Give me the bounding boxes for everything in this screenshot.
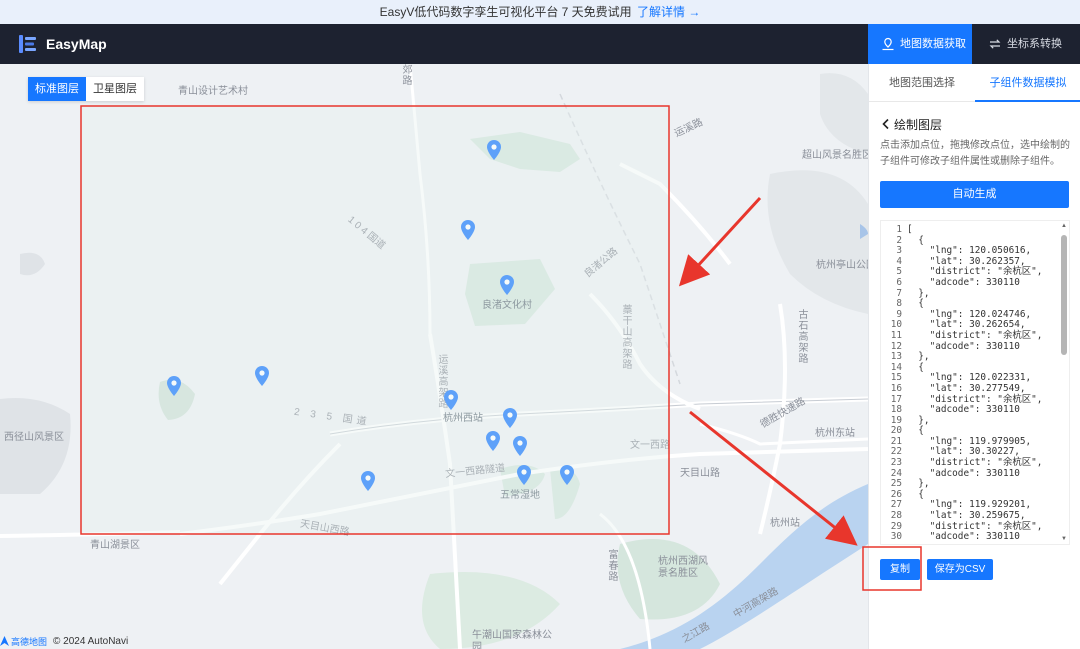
map-canvas[interactable]: 标准图层 卫星图层 青山设计艺术村 郊路 运溪路 超山风景名胜区 1 0 4 国…: [0, 64, 868, 649]
scroll-down-icon[interactable]: ▼: [1061, 536, 1067, 542]
location-pin-icon[interactable]: [254, 366, 270, 386]
line-number: 16: [890, 382, 902, 394]
map-label: 西径山风景区: [4, 432, 64, 443]
location-pin-icon[interactable]: [485, 431, 501, 451]
top-navbar: EasyMap 地图数据获取 坐标系转换: [0, 24, 1080, 64]
line-number: 30: [890, 531, 902, 543]
learn-more-link[interactable]: 了解详情 →: [637, 5, 700, 19]
map-label: 杭州西湖风景名胜区: [658, 556, 708, 579]
nav-map-data[interactable]: 地图数据获取: [868, 24, 972, 64]
map-data-icon: [882, 37, 894, 51]
panel-tabs: 地图范围选择 子组件数据模拟: [869, 64, 1080, 102]
copy-button[interactable]: 复制: [880, 559, 920, 580]
line-number: 5: [896, 266, 902, 278]
brand-name: EasyMap: [46, 36, 107, 52]
convert-icon: [989, 39, 1001, 49]
location-pin-icon[interactable]: [502, 408, 518, 428]
tab-satellite-layer[interactable]: 卫星图层: [86, 77, 144, 101]
code-line: 1[: [881, 224, 1061, 236]
map-label: 青山湖景区: [90, 540, 140, 551]
line-number: 4: [896, 255, 902, 267]
location-pin-icon[interactable]: [486, 140, 502, 160]
line-number: 2: [896, 234, 902, 246]
code-text: "district": "余杭区",: [907, 329, 1043, 341]
map-label: 古石高架路: [796, 309, 807, 364]
save-csv-button[interactable]: 保存为CSV: [927, 559, 993, 580]
code-line: 30 "adcode": 330110: [881, 532, 1061, 543]
scroll-thumb[interactable]: [1061, 235, 1067, 355]
location-pin-icon[interactable]: [499, 275, 515, 295]
map-label: 杭州东站: [815, 428, 855, 439]
map-label: 午潮山国家森林公园: [472, 630, 552, 649]
promo-text: EasyV低代码数字孪生可视化平台 7 天免费试用: [379, 5, 632, 19]
map-label: 青山设计艺术村: [178, 86, 248, 97]
tab-map-range[interactable]: 地图范围选择: [869, 64, 975, 102]
line-number: 1: [896, 224, 902, 235]
json-code-editor[interactable]: 1[2 {3 "lng": 120.050616, 4 "lat": 30.262…: [880, 220, 1070, 545]
scroll-up-icon[interactable]: ▲: [1061, 223, 1067, 229]
tab-standard-layer[interactable]: 标准图层: [28, 77, 86, 101]
map-label: 文一西路: [630, 440, 670, 451]
amap-logo-text: 高德地图: [11, 636, 48, 647]
layer-switcher: 标准图层 卫星图层: [28, 77, 144, 101]
code-lines: 1[2 {3 "lng": 120.050616, 4 "lat": 30.262…: [881, 224, 1061, 543]
location-pin-icon[interactable]: [443, 390, 459, 410]
promo-banner: EasyV低代码数字孪生可视化平台 7 天免费试用 了解详情 →: [0, 0, 1080, 24]
code-text: "lat": 30.277549,: [907, 382, 1026, 394]
location-pin-icon[interactable]: [559, 465, 575, 485]
line-number: 8: [896, 298, 902, 310]
map-label: 藁干山高架路: [620, 304, 631, 370]
map-label: 五常湿地: [500, 490, 540, 501]
location-pin-icon[interactable]: [166, 376, 182, 396]
attribution-text: © 2024 AutoNavi: [53, 635, 129, 647]
line-number: 11: [890, 329, 902, 341]
map-label: 超山风景名胜区: [802, 150, 868, 161]
chevron-left-icon: [882, 118, 889, 130]
map-label: 杭州西站: [443, 413, 483, 424]
auto-generate-button[interactable]: 自动生成: [880, 181, 1069, 208]
side-panel: 地图范围选择 子组件数据模拟 绘制图层 点击添加点位，拖拽修改点位，选中绘制的子…: [868, 64, 1080, 649]
code-line: 11 "district": "余杭区",: [881, 329, 1061, 342]
code-line: 16 "lat": 30.277549,: [881, 382, 1061, 395]
line-number: 3: [896, 245, 902, 257]
code-scrollbar[interactable]: ▲ ▼: [1061, 223, 1067, 542]
map-label: 良渚文化村: [482, 300, 532, 311]
tab-subcomponent-data[interactable]: 子组件数据模拟: [975, 64, 1080, 102]
map-label: 杭州亭山公园: [816, 260, 868, 271]
panel-title: 绘制图层: [894, 117, 943, 132]
location-pin-icon[interactable]: [460, 220, 476, 240]
map-label: 郊路: [400, 64, 411, 86]
line-number: 6: [896, 276, 902, 288]
code-text: "adcode": 330110: [907, 276, 1020, 288]
map-label: 杭州站: [770, 518, 800, 529]
map-label: 富春路: [606, 549, 617, 582]
code-line: 6 "adcode": 330110: [881, 276, 1061, 289]
nav-map-data-label: 地图数据获取: [900, 38, 966, 50]
map-label: 天目山路: [680, 468, 720, 479]
line-number: 7: [896, 287, 902, 299]
easymap-logo-icon: [19, 35, 36, 53]
code-text: [: [907, 224, 913, 235]
location-pin-icon[interactable]: [360, 471, 376, 491]
map-attribution: 高德地图 © 2024 AutoNavi: [0, 633, 128, 649]
code-text: "adcode": 330110: [907, 531, 1020, 543]
nav-coord-convert-label: 坐标系转换: [1007, 38, 1062, 50]
location-pin-icon[interactable]: [512, 436, 528, 456]
nav-coord-convert[interactable]: 坐标系转换: [975, 24, 1080, 64]
amap-logo-icon: [0, 636, 9, 646]
panel-description: 点击添加点位，拖拽修改点位，选中绘制的子组件可修改子组件属性或删除子组件。: [880, 140, 1070, 167]
location-pin-icon[interactable]: [516, 465, 532, 485]
back-button[interactable]: 绘制图层: [881, 116, 942, 132]
